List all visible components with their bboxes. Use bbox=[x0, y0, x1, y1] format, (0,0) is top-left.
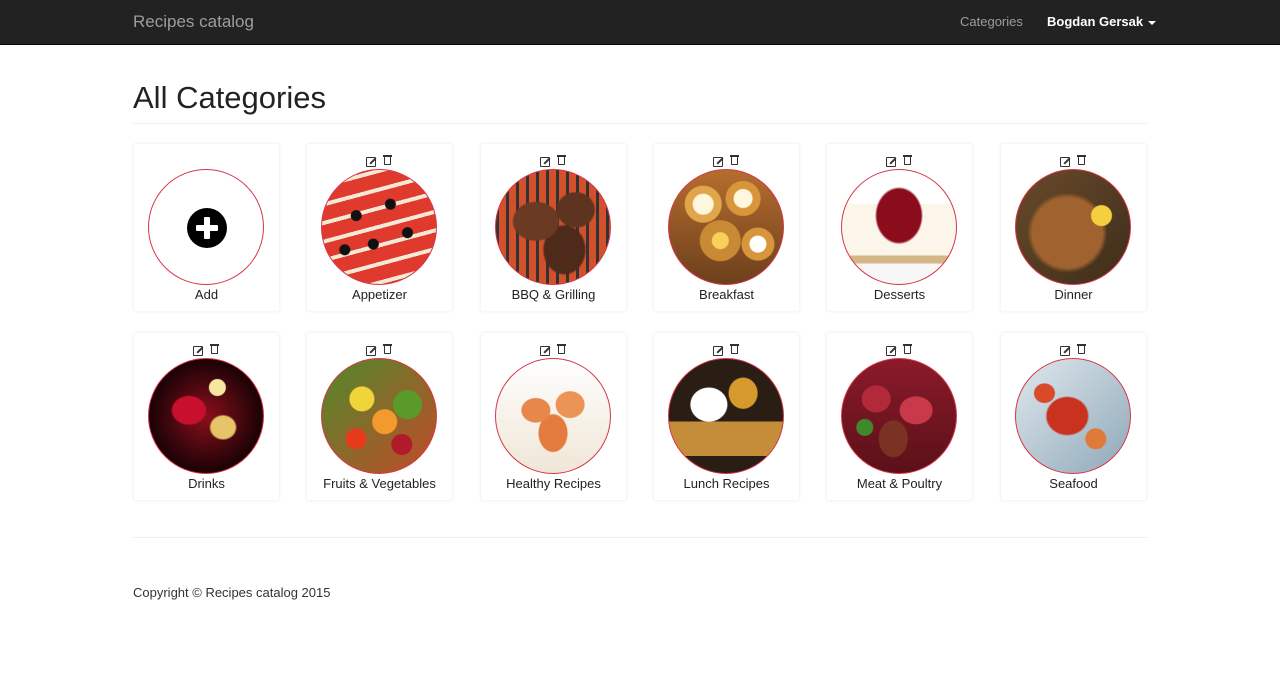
category-label: Lunch Recipes bbox=[683, 476, 770, 491]
category-label: Desserts bbox=[873, 287, 926, 302]
user-name: Bogdan Gersak bbox=[1047, 14, 1144, 29]
category-tile-add[interactable]: Add bbox=[133, 143, 280, 312]
plus-circle-icon[interactable] bbox=[187, 208, 227, 248]
category-image[interactable] bbox=[495, 169, 611, 285]
brand-link[interactable]: Recipes catalog bbox=[133, 12, 254, 32]
edit-icon[interactable] bbox=[539, 157, 550, 167]
tile-actions bbox=[307, 154, 452, 167]
edit-icon[interactable] bbox=[712, 157, 723, 167]
edit-icon[interactable] bbox=[712, 346, 723, 356]
tile-actions bbox=[307, 343, 452, 356]
trash-icon[interactable] bbox=[556, 343, 568, 355]
category-label: Add bbox=[194, 287, 219, 302]
user-menu-dropdown[interactable]: Bogdan Gersak bbox=[1047, 14, 1157, 29]
nav-link-categories[interactable]: Categories bbox=[960, 14, 1023, 29]
category-image[interactable] bbox=[1015, 169, 1131, 285]
category-image[interactable] bbox=[668, 358, 784, 474]
edit-icon[interactable] bbox=[885, 346, 896, 356]
category-tile[interactable]: Drinks bbox=[133, 332, 280, 501]
trash-icon[interactable] bbox=[729, 154, 741, 166]
tile-actions bbox=[1001, 343, 1146, 356]
category-tile[interactable]: Seafood bbox=[1000, 332, 1147, 501]
trash-icon[interactable] bbox=[902, 343, 914, 355]
trash-icon[interactable] bbox=[556, 154, 568, 166]
category-tile[interactable]: Breakfast bbox=[653, 143, 800, 312]
category-tile[interactable]: BBQ & Grilling bbox=[480, 143, 627, 312]
caret-down-icon bbox=[1148, 20, 1157, 25]
trash-icon[interactable] bbox=[209, 343, 221, 355]
tile-actions bbox=[481, 343, 626, 356]
top-navbar: Recipes catalog Categories Bogdan Gersak bbox=[0, 0, 1280, 45]
category-tile[interactable]: Healthy Recipes bbox=[480, 332, 627, 501]
category-image[interactable] bbox=[321, 169, 437, 285]
edit-icon[interactable] bbox=[365, 157, 376, 167]
category-image[interactable] bbox=[841, 169, 957, 285]
category-label: Meat & Poultry bbox=[856, 476, 943, 491]
category-image[interactable] bbox=[321, 358, 437, 474]
category-label: Appetizer bbox=[352, 287, 407, 302]
category-tile[interactable]: Desserts bbox=[826, 143, 973, 312]
category-image[interactable] bbox=[841, 358, 957, 474]
category-tile[interactable]: Fruits & Vegetables bbox=[306, 332, 453, 501]
edit-icon[interactable] bbox=[192, 346, 203, 356]
category-label: BBQ & Grilling bbox=[511, 287, 596, 302]
edit-icon[interactable] bbox=[539, 346, 550, 356]
trash-icon[interactable] bbox=[1076, 154, 1088, 166]
edit-icon[interactable] bbox=[1059, 346, 1070, 356]
trash-icon[interactable] bbox=[729, 343, 741, 355]
tile-actions bbox=[827, 343, 972, 356]
category-label: Seafood bbox=[1049, 476, 1098, 491]
category-tile[interactable]: Meat & Poultry bbox=[826, 332, 973, 501]
footer-copyright: Copyright © Recipes catalog 2015 bbox=[133, 585, 331, 600]
tile-actions bbox=[654, 154, 799, 167]
tile-actions bbox=[1001, 154, 1146, 167]
trash-icon[interactable] bbox=[1076, 343, 1088, 355]
footer-divider bbox=[133, 537, 1147, 538]
category-label: Healthy Recipes bbox=[506, 476, 601, 491]
edit-icon[interactable] bbox=[1059, 157, 1070, 167]
category-tile[interactable]: Lunch Recipes bbox=[653, 332, 800, 501]
category-label: Dinner bbox=[1054, 287, 1093, 302]
category-tile[interactable]: Dinner bbox=[1000, 143, 1147, 312]
page-title: All Categories bbox=[133, 80, 326, 115]
category-image[interactable] bbox=[148, 358, 264, 474]
category-label: Breakfast bbox=[699, 287, 754, 302]
category-label: Drinks bbox=[188, 476, 225, 491]
trash-icon[interactable] bbox=[902, 154, 914, 166]
edit-icon[interactable] bbox=[885, 157, 896, 167]
category-image[interactable] bbox=[668, 169, 784, 285]
category-label: Fruits & Vegetables bbox=[323, 476, 436, 491]
edit-icon[interactable] bbox=[365, 346, 376, 356]
category-image[interactable] bbox=[495, 358, 611, 474]
tile-actions bbox=[654, 343, 799, 356]
tile-actions bbox=[827, 154, 972, 167]
category-tile[interactable]: Appetizer bbox=[306, 143, 453, 312]
trash-icon[interactable] bbox=[382, 154, 394, 166]
page-header: All Categories bbox=[133, 78, 1147, 124]
add-category-circle[interactable] bbox=[148, 169, 264, 285]
tile-actions bbox=[481, 154, 626, 167]
trash-icon[interactable] bbox=[382, 343, 394, 355]
category-image[interactable] bbox=[1015, 358, 1131, 474]
tile-actions bbox=[134, 343, 279, 356]
